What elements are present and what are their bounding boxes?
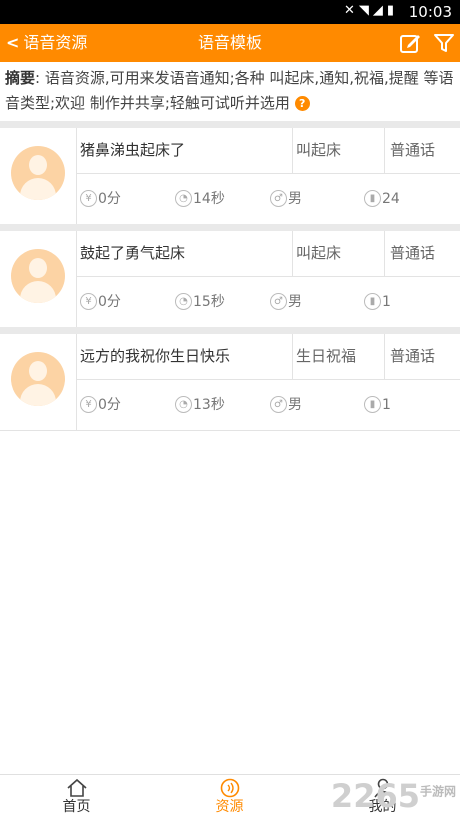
voice-item[interactable]: 远方的我祝你生日快乐 生日祝福 普通话 ¥0分 ◔ 13秒 ♂ 男 ▮ 1	[0, 334, 460, 431]
filter-icon[interactable]	[432, 31, 456, 55]
voice-title: 远方的我祝你生日快乐	[80, 334, 293, 379]
voice-type: 叫起床	[296, 128, 385, 173]
voice-item[interactable]: 猪鼻涕虫起床了 叫起床 普通话 ¥0分 ◔ 14秒 ♂ 男 ▮ 24	[0, 128, 460, 225]
duration-stat: ◔ 14秒	[175, 174, 225, 224]
divider	[0, 121, 460, 128]
yen-icon: ¥	[80, 293, 97, 310]
voice-title: 鼓起了勇气起床	[80, 231, 293, 276]
yen-icon: ¥	[80, 190, 97, 207]
voice-language: 普通话	[390, 244, 436, 262]
gender-stat: ♂ 男	[270, 380, 302, 430]
gender-stat: ♂ 男	[270, 174, 302, 224]
male-icon: ♂	[270, 293, 287, 310]
avatar	[11, 249, 65, 303]
plays-stat: ▮ 1	[364, 380, 391, 430]
price-stat: ¥0分	[80, 174, 121, 224]
divider	[77, 173, 460, 174]
divider	[0, 224, 460, 231]
summary-label: 摘要	[5, 69, 36, 87]
nav-resources[interactable]: 资源	[153, 775, 306, 820]
voice-language: 普通话	[390, 347, 436, 365]
duration-stat: ◔ 13秒	[175, 380, 225, 430]
status-time: 10:03	[408, 3, 452, 21]
avatar-cell	[0, 128, 77, 224]
nav-label: 首页	[62, 799, 91, 815]
chevron-left-icon: <	[6, 33, 20, 52]
clock-icon: ◔	[175, 190, 192, 207]
avatar-cell	[0, 231, 77, 327]
bars-icon: ▮	[364, 190, 381, 207]
mute-icon: ✕	[343, 3, 359, 18]
nav-home[interactable]: 首页	[0, 775, 153, 820]
status-bar: ✕◥◢▮ 10:03	[0, 0, 460, 24]
gender-stat: ♂ 男	[270, 277, 302, 327]
yen-icon: ¥	[80, 396, 97, 413]
back-button[interactable]: < 语音资源	[6, 24, 87, 62]
voice-item[interactable]: 鼓起了勇气起床 叫起床 普通话 ¥0分 ◔ 15秒 ♂ 男 ▮ 1	[0, 231, 460, 328]
divider	[0, 327, 460, 334]
voice-type: 生日祝福	[296, 334, 385, 379]
sound-icon	[220, 778, 239, 798]
price-stat: ¥0分	[80, 277, 121, 327]
summary: 摘要: 语音资源,可用来发语音通知;各种 叫起床,通知,祝福,提醒 等语音类型;…	[5, 66, 455, 116]
voice-title: 猪鼻涕虫起床了	[80, 128, 293, 173]
status-icons: ✕◥◢▮	[344, 3, 398, 18]
title-bar: < 语音资源 语音模板	[0, 24, 460, 62]
voice-language: 普通话	[390, 141, 436, 159]
back-label: 语音资源	[23, 33, 88, 52]
divider	[77, 276, 460, 277]
battery-icon: ▮	[386, 3, 398, 18]
price-stat: ¥0分	[80, 380, 121, 430]
avatar-cell	[0, 334, 77, 430]
help-icon[interactable]: ?	[294, 96, 310, 111]
male-icon: ♂	[270, 396, 287, 413]
bars-icon: ▮	[364, 293, 381, 310]
voice-type: 叫起床	[296, 231, 385, 276]
signal-icon: ◢	[372, 3, 387, 18]
duration-stat: ◔ 15秒	[175, 277, 225, 327]
edit-icon[interactable]	[398, 31, 422, 55]
avatar	[11, 146, 65, 200]
watermark-logo: 2265手游网	[330, 777, 456, 815]
male-icon: ♂	[270, 190, 287, 207]
clock-icon: ◔	[175, 396, 192, 413]
wifi-icon: ◥	[358, 3, 373, 18]
avatar	[11, 352, 65, 406]
home-icon	[66, 778, 87, 797]
divider	[77, 379, 460, 380]
plays-stat: ▮ 1	[364, 277, 391, 327]
nav-label: 资源	[215, 799, 244, 815]
bars-icon: ▮	[364, 396, 381, 413]
clock-icon: ◔	[175, 293, 192, 310]
plays-stat: ▮ 24	[364, 174, 400, 224]
summary-text: : 语音资源,可用来发语音通知;各种 叫起床,通知,祝福,提醒 等语音类型;欢迎…	[5, 69, 454, 112]
